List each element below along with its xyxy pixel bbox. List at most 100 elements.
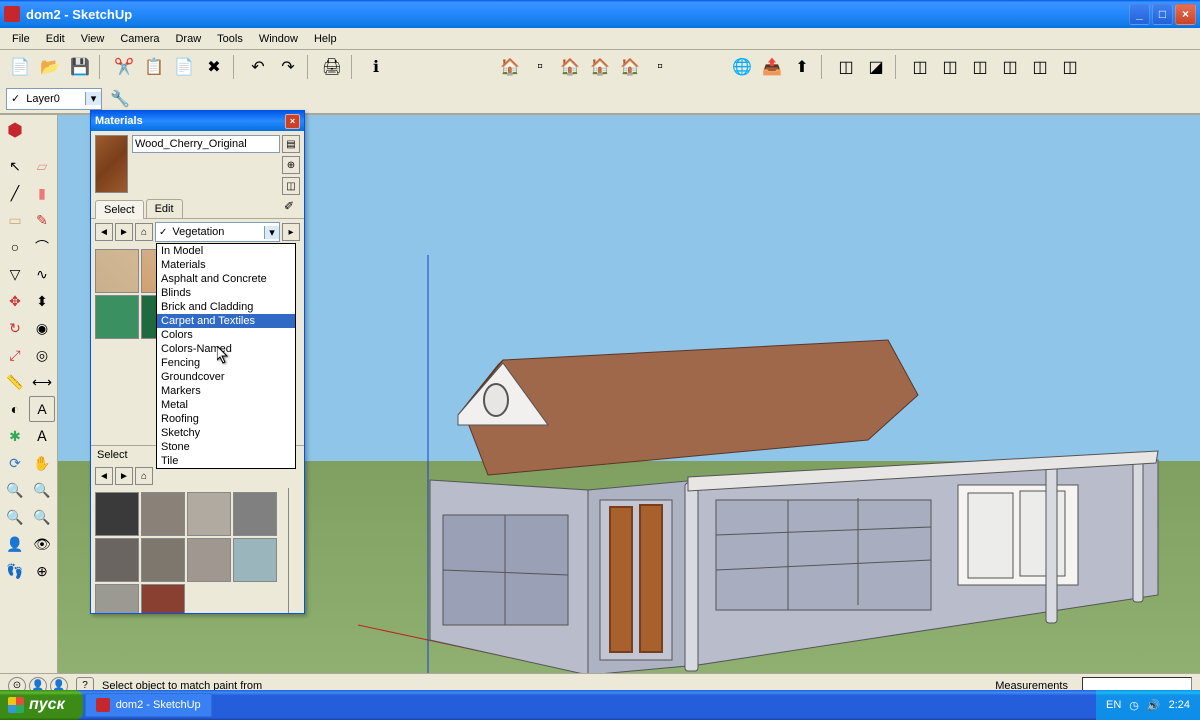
menu-edit[interactable]: Edit: [38, 31, 73, 47]
menu-camera[interactable]: Camera: [112, 31, 167, 47]
category-option[interactable]: Colors-Named: [157, 342, 295, 356]
category-option[interactable]: Sketchy: [157, 426, 295, 440]
create-material-button[interactable]: ⊕: [282, 156, 300, 174]
tab-edit[interactable]: Edit: [146, 199, 183, 218]
maximize-button[interactable]: □: [1152, 4, 1173, 25]
tray-icon[interactable]: ◷: [1129, 699, 1139, 712]
followme-tool[interactable]: ◉: [29, 315, 55, 341]
cut-button[interactable]: ✂️: [110, 53, 138, 81]
copy-button[interactable]: 📋: [140, 53, 168, 81]
model-info-button[interactable]: ℹ: [362, 53, 390, 81]
category-option[interactable]: Tile: [157, 454, 295, 468]
rotate-tool[interactable]: ↻: [2, 315, 28, 341]
category-option[interactable]: Roofing: [157, 412, 295, 426]
zoom-extents-tool[interactable]: 🔍: [2, 504, 28, 530]
offset-tool[interactable]: ◎: [29, 342, 55, 368]
category-option[interactable]: Fencing: [157, 356, 295, 370]
nav2-back-button[interactable]: ◄: [95, 467, 113, 485]
menu-file[interactable]: File: [4, 31, 38, 47]
category-option[interactable]: Materials: [157, 258, 295, 272]
line-tool[interactable]: ╱: [2, 180, 28, 206]
hidden-line-button[interactable]: ◫: [936, 53, 964, 81]
category-option[interactable]: Brick and Cladding: [157, 300, 295, 314]
look-around-tool[interactable]: 👁: [29, 531, 55, 557]
save-file-button[interactable]: 💾: [66, 53, 94, 81]
tape-measure-tool[interactable]: 📏: [2, 369, 28, 395]
menu-draw[interactable]: Draw: [167, 31, 209, 47]
material-swatch[interactable]: [141, 584, 185, 613]
get-models-button[interactable]: 🌐: [728, 53, 756, 81]
3d-text-tool[interactable]: Ａ: [29, 423, 55, 449]
position-camera-tool[interactable]: 👤: [2, 531, 28, 557]
eraser-tool[interactable]: ▱: [29, 153, 55, 179]
material-swatch[interactable]: [95, 584, 139, 613]
undo-button[interactable]: ↶: [244, 53, 272, 81]
scrollbar-bottom[interactable]: [288, 488, 304, 613]
upload-component-button[interactable]: ⬆: [788, 53, 816, 81]
axes-tool[interactable]: ✱: [2, 423, 28, 449]
chevron-down-icon[interactable]: ▾: [85, 92, 101, 105]
nav2-forward-button[interactable]: ►: [115, 467, 133, 485]
shaded-textures-button[interactable]: ◫: [996, 53, 1024, 81]
toggle-xray-button[interactable]: ▫: [526, 53, 554, 81]
wireframe-button[interactable]: ◫: [906, 53, 934, 81]
material-preview-swatch[interactable]: [95, 135, 128, 193]
language-indicator[interactable]: EN: [1106, 699, 1121, 711]
share-model-button[interactable]: 📤: [758, 53, 786, 81]
dimension-tool[interactable]: ⟷: [29, 369, 55, 395]
principal-toolbar-toggle[interactable]: ⬢: [2, 117, 28, 143]
section-plane-tool[interactable]: ⊕: [29, 558, 55, 584]
minimize-button[interactable]: _: [1129, 4, 1150, 25]
move-tool[interactable]: ✥: [2, 288, 28, 314]
make-component-button[interactable]: 🏠: [496, 53, 524, 81]
layer-select[interactable]: ✓ Layer0 ▾: [6, 88, 102, 110]
rectangle-tool[interactable]: ▭: [2, 207, 28, 233]
panel-close-button[interactable]: ×: [285, 114, 300, 129]
scale-tool[interactable]: ⤢: [2, 342, 28, 368]
category-option[interactable]: Blinds: [157, 286, 295, 300]
details-button[interactable]: ▸: [282, 223, 300, 241]
clock[interactable]: 2:24: [1169, 699, 1190, 711]
menu-help[interactable]: Help: [306, 31, 345, 47]
new-file-button[interactable]: 📄: [6, 53, 34, 81]
view-top-button[interactable]: 🏠: [586, 53, 614, 81]
material-swatch[interactable]: [141, 492, 185, 536]
select-tool[interactable]: ↖: [2, 153, 28, 179]
zoom-tool[interactable]: 🔍: [2, 477, 28, 503]
close-button[interactable]: ×: [1175, 4, 1196, 25]
category-option[interactable]: Colors: [157, 328, 295, 342]
category-option[interactable]: Metal: [157, 398, 295, 412]
menu-view[interactable]: View: [73, 31, 113, 47]
material-swatch[interactable]: [95, 492, 139, 536]
category-option[interactable]: Asphalt and Concrete: [157, 272, 295, 286]
nav-forward-button[interactable]: ►: [115, 223, 133, 241]
material-swatch[interactable]: [95, 295, 139, 339]
walk-tool[interactable]: 👣: [2, 558, 28, 584]
arc-tool[interactable]: ⌒: [29, 234, 55, 260]
previous-view-tool[interactable]: 🔍: [29, 504, 55, 530]
nav2-home-button[interactable]: ⌂: [135, 467, 153, 485]
menu-tools[interactable]: Tools: [209, 31, 251, 47]
category-option[interactable]: In Model: [157, 244, 295, 258]
print-button[interactable]: 🖨: [318, 53, 346, 81]
sample-paint-button[interactable]: ✐: [284, 199, 300, 215]
paint-bucket-tool[interactable]: ▮: [29, 180, 55, 206]
polygon-tool[interactable]: ▽: [2, 261, 28, 287]
back-edges-button[interactable]: ◪: [862, 53, 890, 81]
material-swatch[interactable]: [187, 492, 231, 536]
material-swatch[interactable]: [95, 249, 139, 293]
monochrome-button[interactable]: ◫: [1026, 53, 1054, 81]
orbit-tool[interactable]: ⟳: [2, 450, 28, 476]
material-swatch[interactable]: [233, 492, 277, 536]
zoom-window-tool[interactable]: 🔍: [29, 477, 55, 503]
pushpull-tool[interactable]: ⬍: [29, 288, 55, 314]
material-name-input[interactable]: [132, 135, 280, 153]
styles-button[interactable]: ◫: [1056, 53, 1084, 81]
category-option[interactable]: Carpet and Textiles: [157, 314, 295, 328]
view-right-button[interactable]: ▫: [646, 53, 674, 81]
paste-button[interactable]: 📄: [170, 53, 198, 81]
view-front-button[interactable]: 🏠: [616, 53, 644, 81]
start-button[interactable]: пуск: [0, 690, 83, 720]
menu-window[interactable]: Window: [251, 31, 306, 47]
pan-tool[interactable]: ✋: [29, 450, 55, 476]
